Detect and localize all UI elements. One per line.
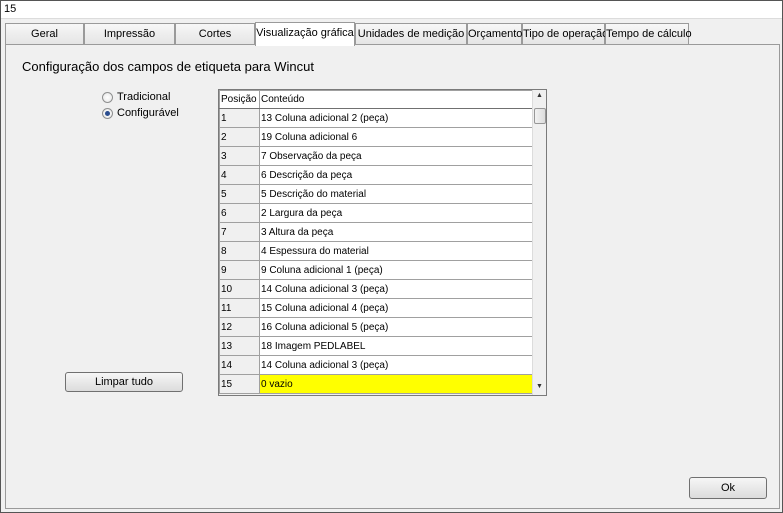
table-row[interactable]: 37 Observação da peça	[219, 146, 533, 166]
scrollbar-thumb[interactable]	[534, 108, 546, 124]
table-row[interactable]: 12 16 Coluna adicional 5 (peça)	[219, 317, 533, 337]
row-position-cell[interactable]: 15	[219, 374, 260, 394]
row-position-cell[interactable]: 6	[219, 203, 260, 223]
label-fields-grid[interactable]: Posição Conteúdo 1 13 Coluna adicional 2 …	[218, 89, 547, 396]
row-content-cell[interactable]: 13 Coluna adicional 2 (peça)	[259, 108, 533, 128]
tab-geral[interactable]: Geral	[5, 23, 84, 45]
row-position-cell[interactable]: 9	[219, 260, 260, 280]
app-window: 15 Geral Impressão Cortes Visualização g…	[0, 0, 783, 513]
row-content-cell[interactable]: 5 Descrição do material	[259, 184, 533, 204]
row-position-cell[interactable]: 8	[219, 241, 260, 261]
row-content-cell[interactable]: 7 Observação da peça	[259, 146, 533, 166]
row-content-cell[interactable]: 19 Coluna adicional 6	[259, 127, 533, 147]
radio-selected-icon	[102, 107, 113, 119]
table-row[interactable]: 99 Coluna adicional 1 (peça)	[219, 260, 533, 280]
row-position-cell[interactable]: 14	[219, 355, 260, 375]
table-row[interactable]: 1 13 Coluna adicional 2 (peça)	[219, 108, 533, 128]
row-position-cell[interactable]: 10	[219, 279, 260, 299]
tab-cortes[interactable]: Cortes	[175, 23, 255, 45]
tab-tipo-de-operacao[interactable]: Tipo de operação	[522, 23, 608, 45]
row-position-cell[interactable]: 12	[219, 317, 260, 337]
row-position-cell[interactable]: 3	[219, 146, 260, 166]
clear-all-button[interactable]: Limpar tudo	[65, 372, 183, 392]
panel-heading: Configuração dos campos de etiqueta para…	[22, 59, 314, 74]
row-position-cell[interactable]: 4	[219, 165, 260, 185]
row-position-cell[interactable]: 2	[219, 127, 260, 147]
row-position-cell[interactable]: 5	[219, 184, 260, 204]
row-position-cell[interactable]: 13	[219, 336, 260, 356]
table-row[interactable]: 55 Descrição do material	[219, 184, 533, 204]
row-content-cell[interactable]: 3 Altura da peça	[259, 222, 533, 242]
row-content-cell[interactable]: 16 Coluna adicional 5 (peça)	[259, 317, 533, 337]
tab-visualizacao-grafica[interactable]: Visualização gráfica	[255, 22, 355, 46]
table-row[interactable]: 73 Altura da peça	[219, 222, 533, 242]
tab-tempo-de-calculo[interactable]: Tempo de cálculo	[605, 23, 692, 45]
radio-circle-icon	[102, 91, 113, 103]
table-row[interactable]: 10 14 Coluna adicional 3 (peça)	[219, 279, 533, 299]
tab-unidades-de-medicao[interactable]: Unidades de medição	[355, 23, 467, 45]
radio-tradicional[interactable]: Tradicional	[102, 90, 170, 104]
row-content-cell[interactable]: 18 Imagem PEDLABEL	[259, 336, 533, 356]
header-position[interactable]: Posição	[219, 90, 260, 109]
header-content[interactable]: Conteúdo	[259, 90, 533, 109]
window-title: 15	[4, 3, 17, 15]
row-content-cell[interactable]: 2 Largura da peça	[259, 203, 533, 223]
table-row[interactable]: 46 Descrição da peça	[219, 165, 533, 185]
radio-configuravel-label: Configurável	[117, 107, 179, 119]
row-position-cell[interactable]: 7	[219, 222, 260, 242]
label-fields-table: Posição Conteúdo 1 13 Coluna adicional 2 …	[219, 90, 533, 394]
row-content-cell[interactable]: 0 vazio	[259, 374, 533, 394]
table-row[interactable]: 2 19 Coluna adicional 6	[219, 127, 533, 147]
row-content-cell[interactable]: 14 Coluna adicional 3 (peça)	[259, 355, 533, 375]
radio-tradicional-label: Tradicional	[117, 91, 171, 103]
scroll-down-icon[interactable]: ▼	[536, 383, 543, 390]
scroll-up-icon[interactable]: ▲	[536, 92, 543, 99]
row-content-cell[interactable]: 6 Descrição da peça	[259, 165, 533, 185]
radio-configuravel[interactable]: Configurável	[102, 106, 179, 120]
row-content-cell[interactable]: 4 Espessura do material	[259, 241, 533, 261]
table-row[interactable]: 84 Espessura do material	[219, 241, 533, 261]
row-position-cell[interactable]: 11	[219, 298, 260, 318]
vertical-scrollbar[interactable]: ▲ ▼	[532, 90, 546, 395]
tab-panel: Configuração dos campos de etiqueta para…	[5, 44, 780, 509]
ok-button[interactable]: Ok	[689, 477, 767, 499]
title-bar: 15	[1, 1, 782, 19]
row-content-cell[interactable]: 14 Coluna adicional 3 (peça)	[259, 279, 533, 299]
table-row[interactable]: 11 15 Coluna adicional 4 (peça)	[219, 298, 533, 318]
tab-impressao[interactable]: Impressão	[84, 23, 175, 45]
row-content-cell[interactable]: 9 Coluna adicional 1 (peça)	[259, 260, 533, 280]
table-header-row: Posição Conteúdo	[219, 90, 533, 109]
row-content-cell[interactable]: 15 Coluna adicional 4 (peça)	[259, 298, 533, 318]
row-position-cell[interactable]: 1	[219, 108, 260, 128]
tab-orcamento[interactable]: Orçamento	[467, 23, 522, 45]
table-row[interactable]: 15 0 vazio	[219, 374, 533, 394]
tab-bar: Geral Impressão Cortes Visualização gráf…	[1, 19, 782, 46]
table-row[interactable]: 62 Largura da peça	[219, 203, 533, 223]
table-row[interactable]: 13 18 Imagem PEDLABEL	[219, 336, 533, 356]
table-row[interactable]: 14 14 Coluna adicional 3 (peça)	[219, 355, 533, 375]
